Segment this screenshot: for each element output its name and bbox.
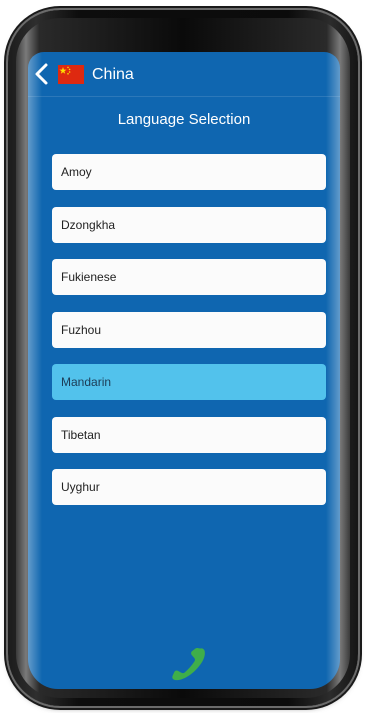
language-item-mandarin[interactable]: Mandarin: [52, 364, 326, 400]
china-flag-icon: [58, 65, 84, 84]
app-screen: China Language Selection Amoy Dzongkha F…: [28, 52, 340, 689]
nav-bar: China: [28, 52, 340, 97]
language-item-fuzhou[interactable]: Fuzhou: [52, 311, 326, 348]
country-name: China: [92, 66, 134, 83]
back-chevron-icon[interactable]: [32, 62, 54, 86]
phone-call-icon[interactable]: [170, 645, 208, 683]
page-title: Language Selection: [117, 111, 251, 128]
language-item-uyghur[interactable]: Uyghur: [52, 469, 326, 505]
language-item-tibetan[interactable]: Tibetan: [52, 416, 326, 453]
language-item-fukienese[interactable]: Fukienese: [52, 259, 326, 295]
language-list: Amoy Dzongkha Fukienese Fuzhou Mandarin …: [52, 154, 326, 522]
language-item-amoy[interactable]: Amoy: [52, 154, 326, 190]
language-item-dzongkha[interactable]: Dzongkha: [52, 206, 326, 243]
